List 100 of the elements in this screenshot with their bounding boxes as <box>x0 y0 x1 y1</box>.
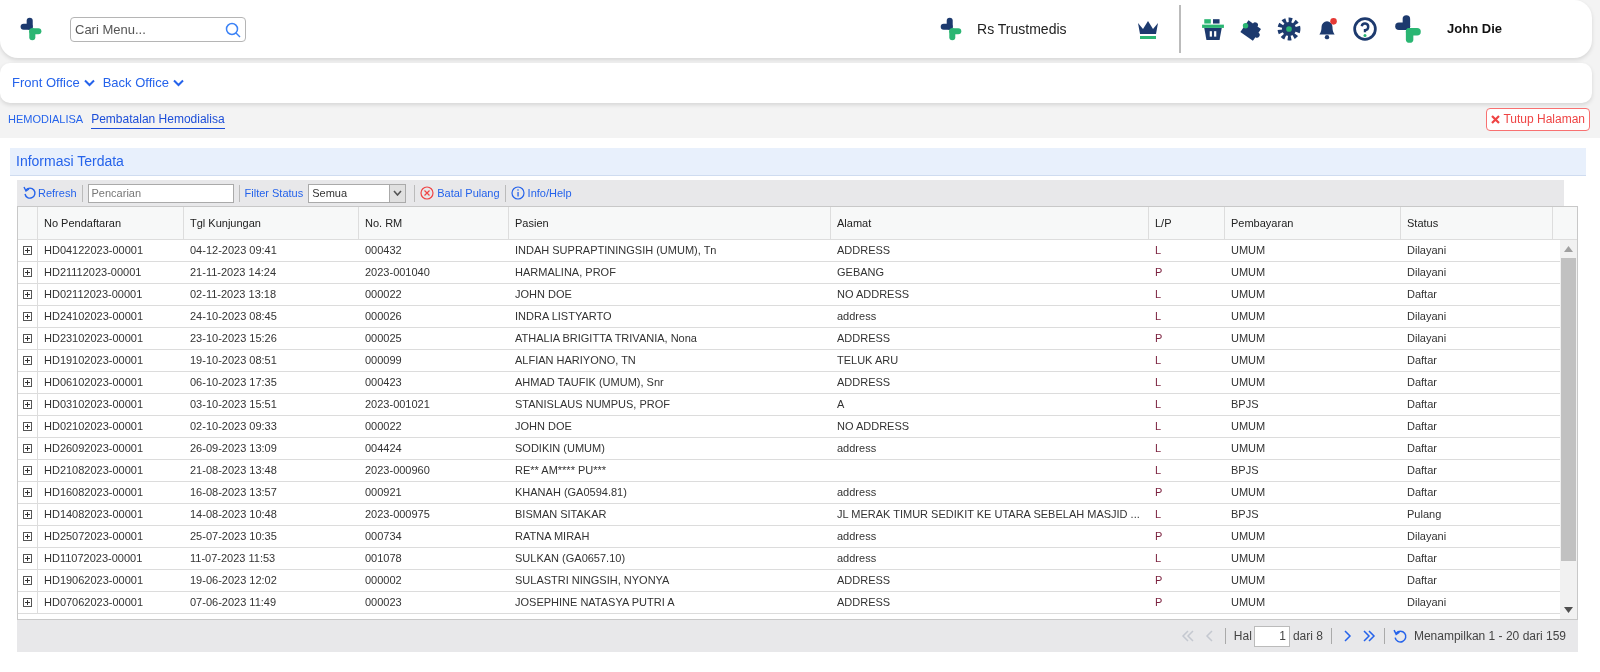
expand-icon[interactable] <box>23 532 32 541</box>
help-icon[interactable] <box>1353 17 1378 41</box>
table-cell: 000099 <box>365 354 402 367</box>
expand-icon[interactable] <box>23 444 32 453</box>
expand-icon[interactable] <box>23 378 32 387</box>
table-cell: 16-08-2023 13:57 <box>190 486 277 499</box>
cancel-discharge-button[interactable]: Batal Pulang <box>420 184 500 202</box>
column-header[interactable]: Pembayaran <box>1231 214 1294 232</box>
column-header[interactable]: Pasien <box>515 214 549 232</box>
table-cell: 004424 <box>365 442 402 455</box>
table-cell: SULASTRI NINGSIH, NYONYA <box>515 574 670 587</box>
scroll-down-icon[interactable] <box>1564 607 1573 613</box>
user-name[interactable]: John Die <box>1447 19 1502 39</box>
table-cell: HD25072023-00001 <box>44 530 144 543</box>
table-cell: UMUM <box>1231 376 1266 389</box>
hospital-name: Rs Trustmedis <box>977 19 1068 39</box>
expand-icon[interactable] <box>23 510 32 519</box>
expand-icon[interactable] <box>23 400 32 409</box>
table-cell: L <box>1155 552 1162 565</box>
expand-icon[interactable] <box>23 466 32 475</box>
column-header[interactable]: Status <box>1407 214 1439 232</box>
column-header[interactable]: No. RM <box>365 214 403 232</box>
column-header[interactable]: Alamat <box>837 214 872 232</box>
table-cell: Daftar <box>1407 354 1437 367</box>
table-cell: address <box>837 442 877 455</box>
logo-icon[interactable] <box>18 16 44 42</box>
crown-icon[interactable] <box>1137 19 1160 39</box>
search-field[interactable]: Cari Menu... <box>70 16 246 42</box>
table-cell: 14-08-2023 10:48 <box>190 508 277 521</box>
expand-icon[interactable] <box>23 334 32 343</box>
table-cell: 001078 <box>365 552 402 565</box>
table-cell: ADDRESS <box>837 596 891 609</box>
expand-icon[interactable] <box>23 268 32 277</box>
table-cell: 06-10-2023 17:35 <box>190 376 277 389</box>
expand-icon[interactable] <box>23 554 32 563</box>
table-cell: 2023-001040 <box>365 266 430 279</box>
table-cell: Daftar <box>1407 464 1437 477</box>
table-cell: L <box>1155 310 1162 323</box>
expand-icon[interactable] <box>23 576 32 585</box>
expand-icon[interactable] <box>23 356 32 365</box>
table-cell: P <box>1155 332 1163 345</box>
expand-icon[interactable] <box>23 246 32 255</box>
settings-icon[interactable] <box>1277 17 1302 41</box>
table-cell: Daftar <box>1407 442 1437 455</box>
table-cell: HD23102023-00001 <box>44 332 144 345</box>
table-cell: INDAH SUPRAPTININGSIH (UMUM), Tn <box>515 244 717 257</box>
table-cell: 19-06-2023 12:02 <box>190 574 277 587</box>
avatar-icon[interactable] <box>1393 13 1424 45</box>
menu-dropdown[interactable]: Back Office <box>102 73 184 93</box>
scrollbar[interactable] <box>1560 240 1577 619</box>
breadcrumb-tab[interactable]: HEMODIALISA <box>8 110 84 128</box>
puzzle-icon[interactable] <box>1239 17 1264 41</box>
column-header[interactable]: L/P <box>1155 214 1172 232</box>
table-cell: L <box>1155 376 1162 389</box>
table-cell: address <box>837 552 877 565</box>
table-cell: Dilayani <box>1407 332 1447 345</box>
expand-icon[interactable] <box>23 422 32 431</box>
close-page-button[interactable]: Tutup Halaman <box>1486 107 1590 131</box>
last-page-icon[interactable] <box>1361 629 1376 643</box>
info-icon <box>510 186 525 200</box>
expand-icon[interactable] <box>23 598 32 607</box>
table-cell: P <box>1155 486 1163 499</box>
table-cell: L <box>1155 354 1162 367</box>
table-cell: UMUM <box>1231 442 1266 455</box>
logo-icon <box>939 16 964 42</box>
table-cell: RE** AM**** PU*** <box>515 464 607 477</box>
table-cell: L <box>1155 398 1162 411</box>
breadcrumb-tab[interactable]: Pembatalan Hemodialisa <box>91 109 225 129</box>
table-cell: UMUM <box>1231 288 1266 301</box>
table-cell: Daftar <box>1407 574 1437 587</box>
expand-icon[interactable] <box>23 290 32 299</box>
column-header[interactable]: No Pendaftaran <box>44 214 122 232</box>
table-cell: 000022 <box>365 288 402 301</box>
table-cell: Daftar <box>1407 552 1437 565</box>
menu-dropdown[interactable]: Front Office <box>12 73 95 93</box>
info-help-button[interactable]: Info/Help <box>510 184 572 202</box>
table-cell: 24-10-2023 08:45 <box>190 310 277 323</box>
search-icon[interactable] <box>225 21 241 38</box>
page-input[interactable]: 1 <box>1253 625 1290 647</box>
basket-icon[interactable] <box>1201 17 1226 41</box>
table-cell: 11-07-2023 11:53 <box>190 552 276 565</box>
refresh-button[interactable]: Refresh <box>23 184 77 202</box>
table-cell: HARMALINA, PROF <box>515 266 616 279</box>
table-cell: UMUM <box>1231 596 1266 609</box>
table-cell: Daftar <box>1407 420 1437 433</box>
chevron-down-icon <box>393 190 403 196</box>
table-cell: L <box>1155 244 1162 257</box>
expand-icon[interactable] <box>23 312 32 321</box>
search-field[interactable]: Pencarian <box>87 183 234 203</box>
chevron-down-icon <box>172 79 184 87</box>
table-cell: 2023-001021 <box>365 398 430 411</box>
expand-icon[interactable] <box>23 488 32 497</box>
column-header[interactable]: Tgl Kunjungan <box>190 214 261 232</box>
refresh-icon[interactable] <box>1392 628 1408 644</box>
table-cell: 000423 <box>365 376 402 389</box>
panel-title: Informasi Terdata <box>10 148 1586 176</box>
refresh-icon <box>23 186 37 200</box>
table-cell: HD02102023-00001 <box>44 420 144 433</box>
table-cell: SULKAN (GA0657.10) <box>515 552 626 565</box>
status-dropdown[interactable]: Semua <box>308 183 407 203</box>
